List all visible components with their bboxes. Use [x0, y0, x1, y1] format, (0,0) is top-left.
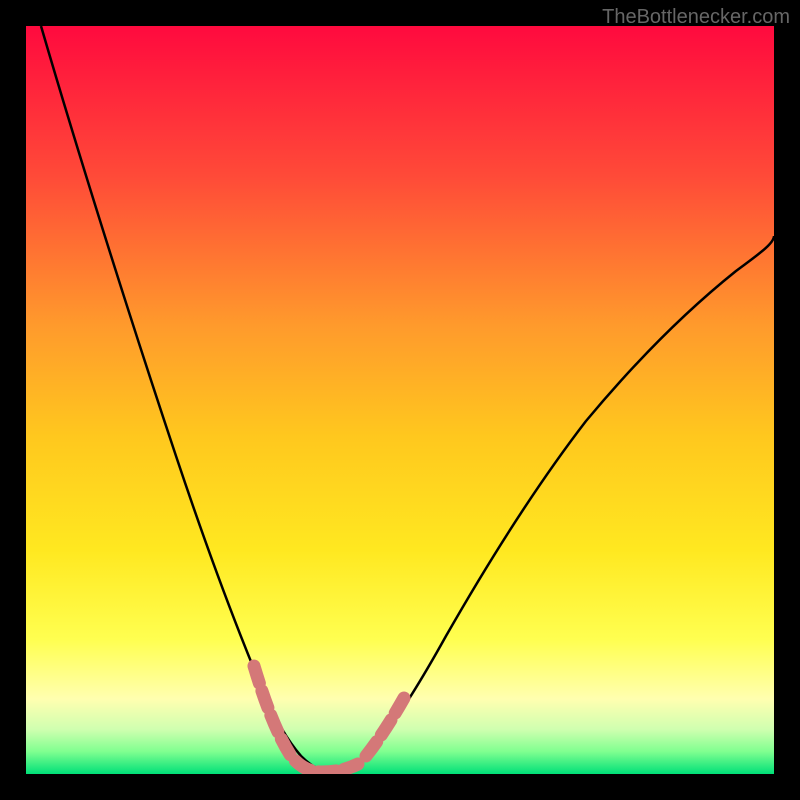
highlight-segment-left — [254, 666, 358, 772]
bottleneck-curve — [41, 26, 774, 772]
highlight-segment-right — [366, 698, 404, 756]
bottleneck-curve-svg — [26, 26, 774, 774]
chart-container — [26, 26, 774, 774]
watermark-text: TheBottlenecker.com — [602, 6, 790, 29]
